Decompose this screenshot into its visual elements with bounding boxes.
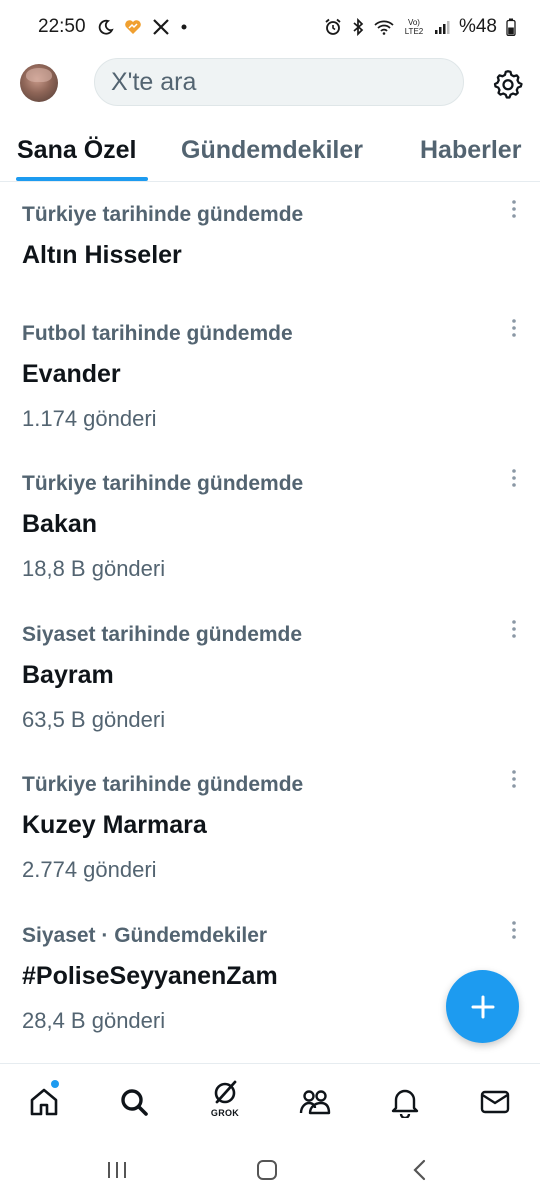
trend-context: Türkiye tarihinde gündemde xyxy=(22,773,304,796)
recent-apps-icon xyxy=(108,1162,126,1178)
search-icon xyxy=(121,1089,148,1116)
trend-post-count: 1.174 gönderi xyxy=(22,406,157,431)
trend-context: Futbol tarihinde gündemde xyxy=(22,322,293,345)
trend-title: Evander xyxy=(22,360,121,388)
trend-post-count: 63,5 B gönderi xyxy=(22,707,166,732)
home-notification-dot xyxy=(51,1080,59,1088)
trend-context: Siyaset · Gündemdekiler xyxy=(22,924,268,947)
trend-title: Bayram xyxy=(22,661,114,689)
nav-notifications[interactable] xyxy=(385,1082,425,1122)
nav-grok[interactable]: GROK xyxy=(205,1080,245,1122)
more-options-icon[interactable] xyxy=(506,466,522,490)
more-options-icon[interactable] xyxy=(506,617,522,641)
trend-post-count: 28,4 B gönderi xyxy=(22,1008,166,1033)
top-bar: X'te ara xyxy=(0,54,540,114)
wifi-icon xyxy=(374,19,394,35)
trend-context: Türkiye tarihinde gündemde xyxy=(22,472,304,495)
recent-apps-button[interactable] xyxy=(102,1155,132,1185)
trend-context: Siyaset tarihinde gündemde xyxy=(22,623,303,646)
bluetooth-icon xyxy=(351,18,365,36)
heart-app-icon xyxy=(124,19,142,35)
plus-icon xyxy=(471,995,494,1018)
home-icon xyxy=(30,1088,58,1116)
search-placeholder: X'te ara xyxy=(111,67,197,96)
system-navigation-bar xyxy=(0,1137,540,1200)
trend-title: Altın Hisseler xyxy=(22,241,182,269)
compose-post-button[interactable] xyxy=(446,970,519,1043)
more-options-icon[interactable] xyxy=(506,918,522,942)
battery-icon xyxy=(506,18,516,36)
grok-label: GROK xyxy=(210,1108,240,1118)
nav-explore[interactable] xyxy=(114,1082,154,1122)
notifications-icon xyxy=(391,1089,419,1118)
home-system-button[interactable] xyxy=(252,1155,282,1185)
trend-title: Bakan xyxy=(22,510,98,538)
tab-gundemdekiler[interactable]: Gündemdekiler xyxy=(181,136,363,165)
messages-icon xyxy=(480,1090,510,1114)
nav-communities[interactable] xyxy=(295,1082,335,1122)
home-circle-icon xyxy=(257,1160,277,1180)
status-time: 22:50 xyxy=(38,16,86,37)
tab-haberler[interactable]: Haberler xyxy=(420,136,521,165)
moon-icon xyxy=(98,19,114,35)
more-options-icon[interactable] xyxy=(506,197,522,221)
trend-title: Kuzey Marmara xyxy=(22,811,207,839)
alarm-icon xyxy=(324,18,342,36)
more-options-icon[interactable] xyxy=(506,767,522,791)
status-bar: 22:50 Vo) LTE2 %48 xyxy=(0,0,540,54)
bottom-navigation: GROK xyxy=(0,1063,540,1137)
more-options-icon[interactable] xyxy=(506,316,522,340)
more-notifications-dot-icon xyxy=(180,23,188,31)
trend-post-count: 18,8 B gönderi xyxy=(22,556,166,581)
nav-home[interactable] xyxy=(24,1082,64,1122)
trend-context: Türkiye tarihinde gündemde xyxy=(22,203,304,226)
nav-messages[interactable] xyxy=(475,1082,515,1122)
tab-sana-ozel[interactable]: Sana Özel xyxy=(17,136,137,165)
settings-button[interactable] xyxy=(491,67,525,101)
back-button[interactable] xyxy=(405,1155,435,1185)
communities-icon xyxy=(299,1090,331,1115)
profile-avatar[interactable] xyxy=(20,64,58,102)
network-label: Vo) LTE2 xyxy=(404,18,424,36)
trend-title: #PoliseSeyyanenZam xyxy=(22,962,278,990)
gear-icon xyxy=(493,70,523,99)
signal-icon xyxy=(434,19,450,35)
trend-post-count: 2.774 gönderi xyxy=(22,857,157,882)
x-logo-icon xyxy=(152,18,170,36)
explore-tabs: Sana Özel Gündemdekiler Haberler xyxy=(0,128,540,182)
search-input[interactable]: X'te ara xyxy=(94,58,464,106)
battery-percent: %48 xyxy=(458,16,497,37)
back-chevron-icon xyxy=(413,1159,426,1181)
active-tab-indicator xyxy=(16,177,148,181)
